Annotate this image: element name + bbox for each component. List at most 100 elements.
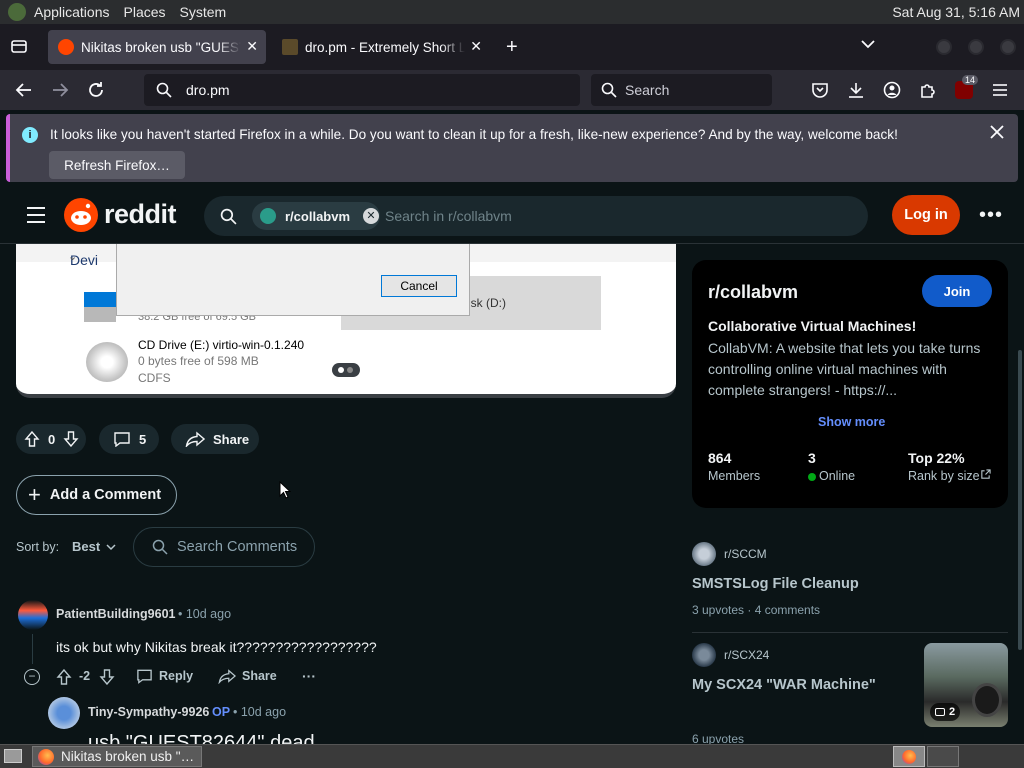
gallery-count-badge: 2 bbox=[930, 703, 961, 721]
wheel-shape bbox=[972, 683, 1002, 717]
comments-button[interactable]: 5 bbox=[99, 424, 159, 454]
sidebar-scrollbar[interactable] bbox=[1018, 350, 1022, 650]
menu-applications[interactable]: Applications bbox=[34, 4, 110, 20]
collapse-thread-icon[interactable]: − bbox=[24, 669, 40, 685]
notification-message: It looks like you haven't started Firefo… bbox=[50, 127, 898, 142]
web-search-box[interactable]: Search bbox=[591, 74, 772, 106]
related-post-title[interactable]: My SCX24 "WAR Machine" bbox=[692, 677, 876, 693]
search-icon bbox=[152, 539, 168, 555]
close-tab-icon[interactable]: ✕ bbox=[470, 38, 482, 55]
avatar[interactable] bbox=[18, 600, 48, 630]
clear-chip-icon[interactable]: ✕ bbox=[363, 208, 380, 224]
reddit-logo-icon[interactable] bbox=[64, 198, 98, 232]
chip-label: r/collabvm bbox=[285, 208, 351, 224]
tab-overview-icon[interactable] bbox=[10, 38, 28, 54]
reddit-wordmark[interactable]: reddit bbox=[104, 199, 177, 230]
browser-nav-bar: dro.pm Search 14 bbox=[0, 70, 1024, 110]
related-post-thumbnail[interactable]: 2 bbox=[924, 643, 1008, 727]
comment-author[interactable]: Tiny-Sympathy-9926 bbox=[88, 705, 209, 719]
subreddit-avatar-icon bbox=[260, 208, 276, 224]
bottom-taskbar: Nikitas broken usb "… bbox=[0, 744, 1024, 768]
reddit-search-placeholder: Search in r/collabvm bbox=[385, 208, 512, 224]
op-badge: OP bbox=[212, 705, 231, 719]
subreddit-avatar-icon[interactable] bbox=[692, 643, 716, 667]
extensions-icon[interactable] bbox=[919, 81, 937, 99]
forward-icon[interactable] bbox=[51, 81, 69, 99]
downvote-icon[interactable] bbox=[99, 669, 115, 685]
comment-author[interactable]: PatientBuilding9601 bbox=[56, 607, 175, 621]
hamburger-menu-icon[interactable] bbox=[26, 206, 46, 224]
cd-drive-icon bbox=[86, 342, 128, 382]
reply-button[interactable]: Reply bbox=[136, 668, 193, 684]
comment-more-button[interactable]: ··· bbox=[302, 668, 316, 684]
comment-text: usb "GUEST82644" dead bbox=[88, 732, 315, 744]
show-desktop-icon[interactable] bbox=[4, 749, 22, 763]
pager-dot-active bbox=[338, 367, 344, 373]
upvote-icon[interactable] bbox=[24, 431, 40, 447]
tab-nikitas-broken-usb[interactable]: Nikitas broken usb "GUEST82644" ✕ bbox=[48, 30, 266, 64]
pocket-icon[interactable] bbox=[811, 81, 829, 99]
downvote-icon[interactable] bbox=[63, 431, 79, 447]
window-close-icon[interactable] bbox=[1000, 39, 1016, 55]
cd-drive-free: 0 bytes free of 598 MB bbox=[138, 354, 259, 368]
tab-dro-pm[interactable]: dro.pm - Extremely Short Links ✕ bbox=[272, 30, 490, 64]
firefox-icon bbox=[38, 748, 54, 765]
more-options-icon[interactable]: ••• bbox=[979, 205, 1003, 225]
community-info-card: r/collabvm Join Collaborative Virtual Ma… bbox=[692, 260, 1008, 508]
vote-pill: 0 bbox=[16, 424, 86, 454]
sort-dropdown[interactable]: Best bbox=[72, 539, 116, 554]
window-maximize-icon[interactable] bbox=[968, 39, 984, 55]
related-post-meta: 3 upvotes · 4 comments bbox=[692, 603, 821, 617]
cancel-dialog: Cancel bbox=[116, 244, 470, 316]
taskbar-window-button[interactable]: Nikitas broken usb "… bbox=[32, 746, 202, 767]
upvote-icon[interactable] bbox=[56, 669, 72, 685]
refresh-firefox-button[interactable]: Refresh Firefox… bbox=[49, 151, 185, 179]
subreddit-search-chip[interactable]: r/collabvm ✕ bbox=[252, 202, 380, 230]
search-comments-input[interactable]: Search Comments bbox=[133, 527, 315, 567]
downloads-icon[interactable] bbox=[847, 81, 865, 99]
add-comment-button[interactable]: + Add a Comment bbox=[16, 475, 177, 515]
rank-label[interactable]: Rank by size bbox=[908, 469, 980, 483]
post-image[interactable]: Devi ⌄ isk (D:) 38.2 GB free of 69.5 GB … bbox=[16, 244, 676, 398]
rank-value: Top 22% bbox=[908, 450, 965, 466]
plus-icon: + bbox=[28, 482, 41, 507]
url-bar[interactable]: dro.pm bbox=[144, 74, 580, 106]
related-subreddit[interactable]: r/SCX24 bbox=[724, 648, 769, 662]
new-tab-icon[interactable]: + bbox=[506, 36, 518, 59]
workspace-2[interactable] bbox=[927, 746, 959, 767]
close-tab-icon[interactable]: ✕ bbox=[246, 38, 258, 55]
reddit-search-bar[interactable]: r/collabvm ✕ Search in r/collabvm bbox=[204, 196, 868, 236]
related-subreddit[interactable]: r/SCCM bbox=[724, 547, 767, 561]
sort-value: Best bbox=[72, 539, 101, 554]
clock[interactable]: Sat Aug 31, 5:16 AM bbox=[892, 4, 1020, 20]
subreddit-avatar-icon[interactable] bbox=[692, 542, 716, 566]
online-count: 3 bbox=[808, 450, 816, 466]
thread-line bbox=[32, 634, 33, 664]
online-label: Online bbox=[819, 469, 856, 483]
account-icon[interactable] bbox=[883, 81, 901, 99]
mouse-cursor-icon bbox=[279, 481, 291, 499]
log-in-button[interactable]: Log in bbox=[892, 195, 960, 235]
related-post-title[interactable]: SMSTSLog File Cleanup bbox=[692, 576, 859, 592]
community-tagline: Collaborative Virtual Machines! bbox=[708, 318, 917, 334]
share-button[interactable]: Share bbox=[171, 424, 259, 454]
community-title[interactable]: r/collabvm bbox=[708, 282, 798, 303]
join-button[interactable]: Join bbox=[922, 275, 992, 307]
reddit-header: reddit r/collabvm ✕ Search in r/collabvm… bbox=[0, 186, 1024, 244]
list-tabs-chevron-icon[interactable] bbox=[860, 38, 876, 50]
menu-system[interactable]: System bbox=[180, 4, 227, 20]
reply-label: Reply bbox=[159, 669, 194, 683]
related-meta-clip: 6 upvotes bbox=[692, 731, 892, 744]
close-notification-icon[interactable] bbox=[990, 125, 1004, 139]
reload-icon[interactable] bbox=[87, 81, 105, 99]
back-icon[interactable] bbox=[15, 81, 33, 99]
comment-share-button[interactable]: Share bbox=[218, 668, 277, 684]
hamburger-menu-icon[interactable] bbox=[992, 83, 1008, 97]
gnome-foot-icon[interactable] bbox=[8, 3, 26, 21]
dialog-cancel-button: Cancel bbox=[381, 275, 457, 297]
avatar[interactable] bbox=[48, 697, 80, 729]
gallery-pager[interactable] bbox=[332, 363, 360, 377]
window-minimize-icon[interactable] bbox=[936, 39, 952, 55]
menu-places[interactable]: Places bbox=[124, 4, 166, 20]
show-more-link[interactable]: Show more bbox=[818, 415, 885, 429]
